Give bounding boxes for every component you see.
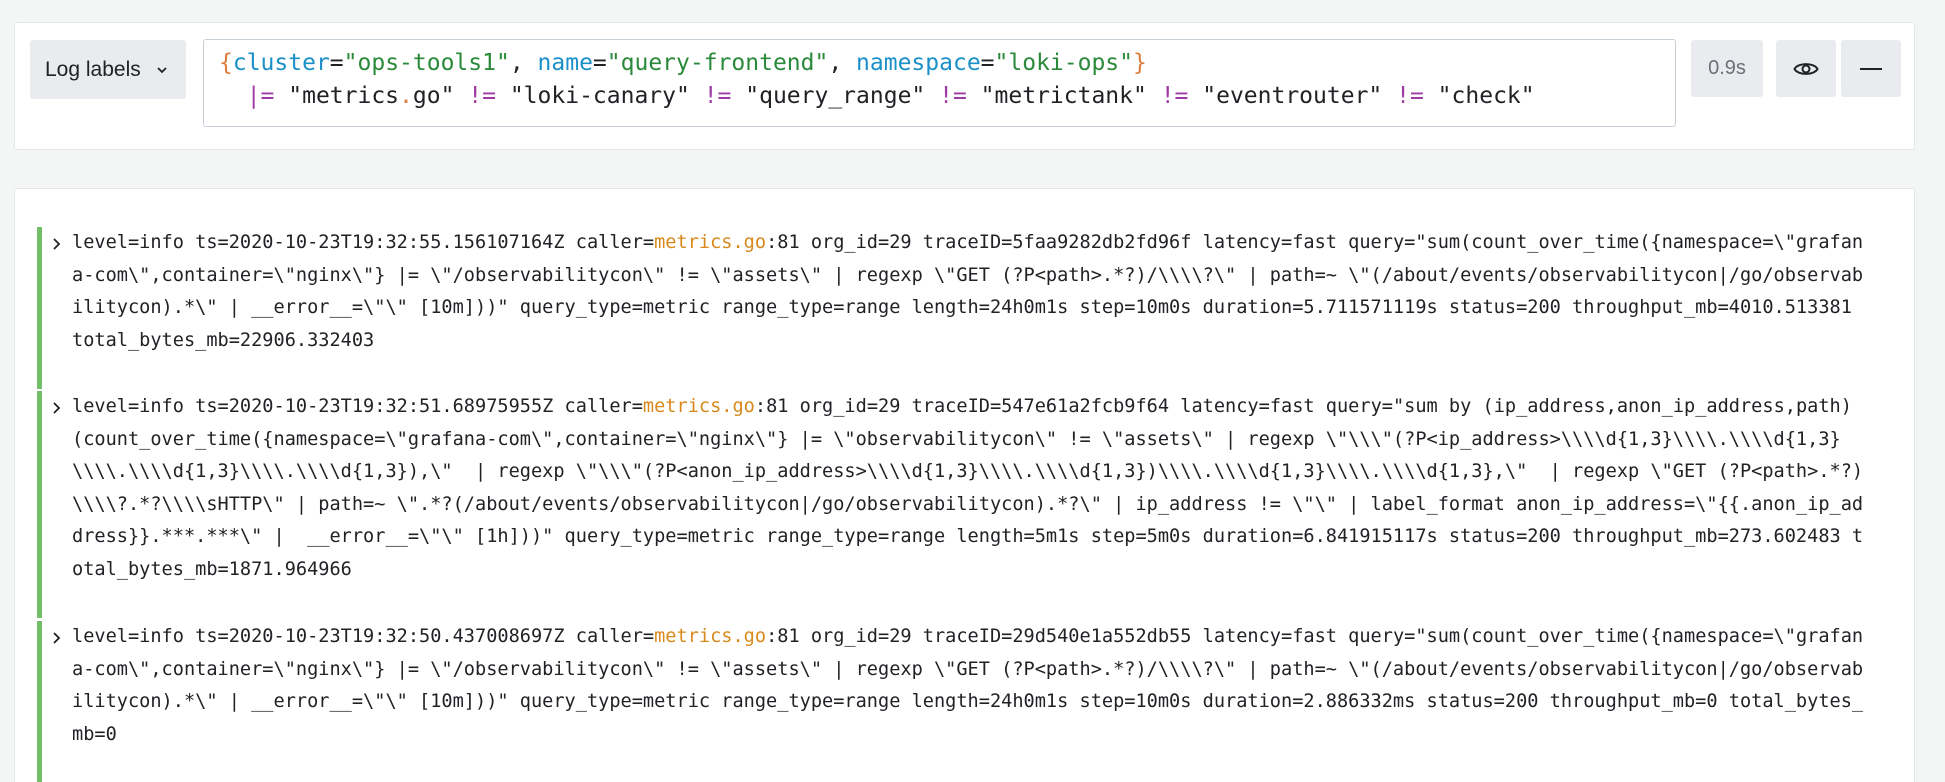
query-token-default: "loki-canary" [495,83,704,109]
collapse-button[interactable] [1841,40,1901,97]
query-token-op: != [1396,83,1424,109]
query-token-str: "loki-ops" [994,50,1134,76]
query-token-brace: { [219,50,233,76]
log-message: :81 org_id=29 traceID=547e61a2fcb9f64 la… [72,396,1864,580]
query-token-brace: . [399,83,413,109]
expand-row-toggle[interactable] [42,227,72,389]
query-token-op: != [1160,83,1189,109]
log-labels-label: Log labels [45,57,141,81]
chevron-down-icon [157,66,167,73]
query-token-op: |= [246,83,275,109]
query-token-default: "eventrouter" [1188,83,1397,109]
query-line-1: {cluster="ops-tools1", name="query-front… [219,47,1675,80]
query-time-badge: 0.9s [1691,40,1763,97]
log-caller: metrics.go [654,626,767,647]
chevron-right-icon [53,238,61,250]
query-token-key: cluster [232,50,330,76]
query-token-default: "metrics [274,83,400,109]
query-token-default [219,83,247,109]
query-token-default: "query_range" [731,83,940,109]
logs-panel: level=info ts=2020-10-23T19:32:55.156107… [14,188,1915,782]
show-toggle-button[interactable] [1776,40,1836,97]
log-caller: metrics.go [642,396,755,417]
query-panel: Log labels {cluster="ops-tools1", name="… [14,22,1915,150]
query-token-default: , [828,50,857,76]
minus-icon [1860,67,1882,70]
expand-row-toggle[interactable] [42,391,72,618]
query-token-default: "check" [1423,83,1535,109]
log-line: level=info ts=2020-10-23T19:32:55.156107… [72,227,1872,389]
chevron-right-icon [53,402,61,414]
chevron-right-icon [53,632,61,644]
query-token-op: != [468,83,496,109]
query-token-default: = [592,50,607,76]
log-caller: metrics.go [654,232,767,253]
log-row[interactable]: level=info ts=2020-10-23T19:32:55.156107… [37,227,1897,389]
query-token-str: "query-frontend" [606,50,829,76]
eye-icon [1793,62,1819,75]
log-line: level=info ts=2020-10-23T19:32:50.437008… [72,621,1872,782]
expand-row-toggle[interactable] [42,621,72,782]
query-token-key: name [537,50,593,76]
query-token-str: "ops-tools1" [343,50,510,76]
log-prefix: level=info ts=2020-10-23T19:32:50.437008… [72,626,655,647]
query-token-key: namespace [856,50,981,76]
query-token-brace: } [1133,50,1147,76]
query-token-default: "metrictank" [966,83,1161,109]
query-token-default: go" [412,83,469,109]
log-row[interactable]: level=info ts=2020-10-23T19:32:50.437008… [37,621,1897,782]
query-token-default: , [509,50,538,76]
log-prefix: level=info ts=2020-10-23T19:32:55.156107… [72,232,655,253]
query-token-default: = [980,50,995,76]
query-editor[interactable]: {cluster="ops-tools1", name="query-front… [203,39,1676,127]
query-token-op: != [939,83,967,109]
log-labels-button[interactable]: Log labels [30,40,186,99]
log-line: level=info ts=2020-10-23T19:32:51.689759… [72,391,1872,618]
query-token-op: != [703,83,732,109]
log-row[interactable]: level=info ts=2020-10-23T19:32:51.689759… [37,391,1897,618]
query-line-2: |= "metrics.go" != "loki-canary" != "que… [219,80,1675,113]
query-token-default: = [329,50,344,76]
log-prefix: level=info ts=2020-10-23T19:32:51.689759… [72,396,643,417]
